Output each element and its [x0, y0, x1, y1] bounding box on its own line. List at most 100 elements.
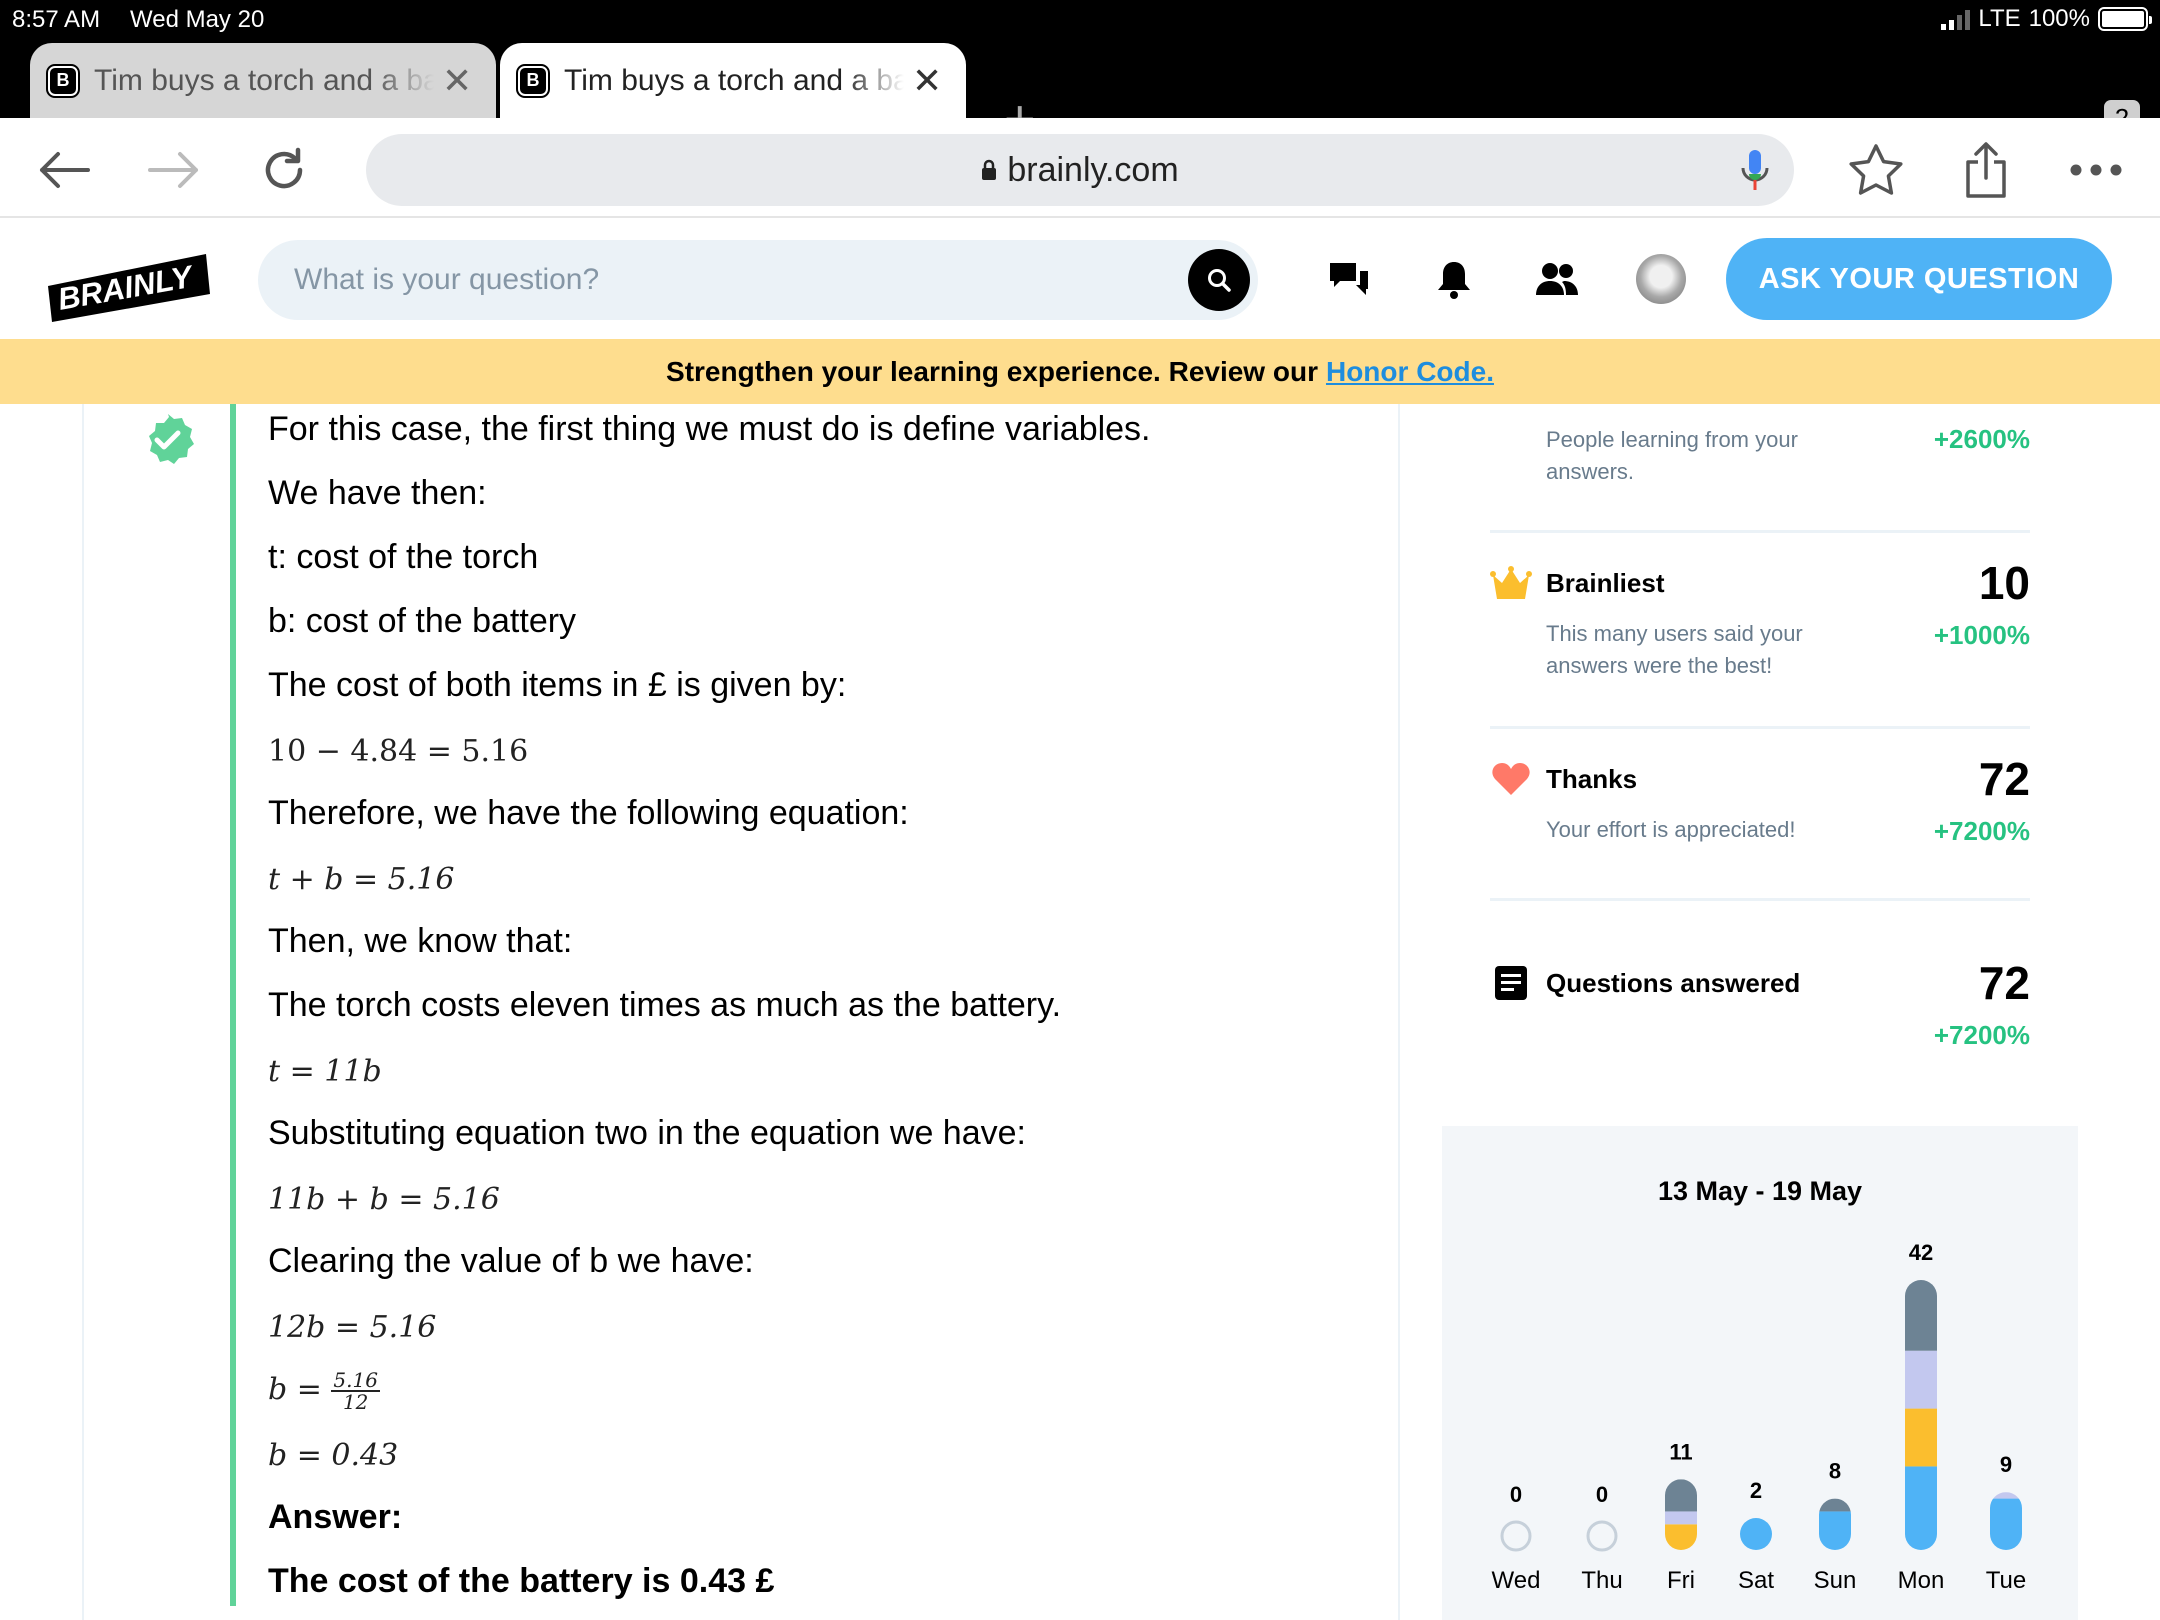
bar-segment	[1905, 1408, 1937, 1467]
tab-title: Tim buys a torch and a battery	[94, 63, 434, 97]
final-answer: The cost of the battery is 0.43 £	[268, 1562, 775, 1600]
site-header: BRAINLY ASK YOUR QUESTION	[0, 218, 2160, 339]
bar-segment	[1819, 1498, 1851, 1512]
stat-desc: This many users said your answers were t…	[1546, 621, 1803, 678]
answer-text: For this case, the first thing we must d…	[268, 410, 1151, 448]
messages-icon[interactable]	[1324, 254, 1374, 304]
divider	[1490, 726, 2030, 729]
equation: b = 0.43	[268, 1438, 399, 1473]
equation: t + b = 5.16	[268, 862, 455, 897]
search-icon	[1208, 269, 1231, 292]
tab-active[interactable]: B Tim buys a torch and a battery ✕	[500, 43, 966, 118]
brainly-favicon-icon: B	[518, 65, 548, 96]
honor-code-banner: Strengthen your learning experience. Rev…	[0, 339, 2160, 404]
tab-inactive[interactable]: B Tim buys a torch and a battery ✕	[30, 43, 496, 118]
divider	[1490, 530, 2030, 533]
network-label: LTE	[1978, 5, 2021, 32]
answer-text: Therefore, we have the following equatio…	[268, 794, 909, 832]
back-icon[interactable]	[34, 140, 94, 200]
brainly-logo[interactable]: BRAINLY	[46, 252, 212, 322]
friends-icon[interactable]	[1532, 254, 1582, 304]
search-box[interactable]	[258, 240, 1258, 320]
stats-panel: People learning from your answers. +2600…	[1442, 404, 2078, 1620]
answer-text: Then, we know that:	[268, 922, 573, 960]
equation: 12b = 5.16	[268, 1310, 437, 1345]
stat-value: 72	[1978, 957, 2030, 1009]
answer-text: The torch costs eleven times as much as …	[268, 986, 1062, 1024]
tab-bar: B Tim buys a torch and a battery ✕ B Tim…	[0, 40, 2160, 146]
status-bar: 8:57 AM Wed May 20 LTE 100%	[0, 0, 2160, 40]
ask-question-button[interactable]: ASK YOUR QUESTION	[1726, 238, 2112, 320]
answer-text: Substituting equation two in the equatio…	[268, 1114, 1026, 1152]
bar	[1990, 1492, 2022, 1550]
answer-heading: Answer:	[268, 1498, 403, 1536]
browser-toolbar: brainly.com	[0, 118, 2160, 218]
bar-empty-marker	[1586, 1520, 1618, 1552]
verified-badge-icon	[149, 414, 194, 464]
x-tick-label: Sat	[1738, 1567, 1774, 1594]
url-text: brainly.com	[1007, 150, 1179, 189]
stat-label: Thanks	[1546, 764, 1638, 794]
tab-title: Tim buys a torch and a battery	[564, 63, 904, 97]
search-button[interactable]	[1188, 249, 1250, 311]
stat-value: 72	[1978, 753, 2030, 805]
stat-desc: Your effort is appreciated!	[1546, 817, 1796, 842]
stat-percent: +1000%	[1933, 620, 2030, 650]
fraction-lhs: b =	[268, 1372, 332, 1407]
url-bar[interactable]: brainly.com	[366, 134, 1794, 206]
answer-accent-bar	[230, 404, 236, 1606]
bar-segment	[1665, 1479, 1697, 1512]
stat-percent: +2600%	[1933, 424, 2030, 454]
share-icon[interactable]	[1956, 140, 2016, 200]
crown-icon	[1490, 562, 1532, 604]
answer-text: The cost of both items in £ is given by:	[268, 666, 847, 704]
bar-segment	[1905, 1280, 1937, 1351]
lock-icon	[982, 159, 997, 180]
bar-segment	[1990, 1498, 2022, 1550]
battery-label: 100%	[2028, 5, 2090, 32]
x-tick-label: Sun	[1814, 1567, 1857, 1594]
bar	[1905, 1280, 1937, 1550]
microphone-icon[interactable]	[1740, 148, 1770, 192]
bar-segment	[1665, 1511, 1697, 1525]
fraction-denominator: 12	[342, 1390, 369, 1414]
answer-text: Clearing the value of b we have:	[268, 1242, 754, 1280]
close-tab-icon[interactable]: ✕	[912, 60, 942, 102]
status-date: Wed May 20	[130, 6, 265, 33]
notifications-bell-icon[interactable]	[1429, 254, 1479, 304]
bookmark-star-icon[interactable]	[1846, 140, 1906, 200]
x-tick-label: Wed	[1492, 1567, 1541, 1594]
answers-list-icon	[1490, 962, 1532, 1004]
x-tick-label: Mon	[1898, 1567, 1945, 1594]
bar	[1819, 1498, 1851, 1550]
fraction: 5.16 12	[331, 1370, 380, 1412]
weekly-activity-chart: 13 May - 19 May 0 Wed 0 Thu 11 Fri 2 Sat 8 Sun 42 M…	[1442, 1126, 2078, 1620]
reload-icon[interactable]	[254, 140, 314, 200]
bar-value-label: 0	[1596, 1482, 1608, 1507]
divider	[1490, 898, 2030, 901]
stat-label: Brainliest	[1546, 568, 1665, 598]
equation: 10 − 4.84 = 5.16	[268, 734, 529, 769]
close-tab-icon[interactable]: ✕	[442, 60, 472, 102]
search-input[interactable]	[294, 240, 1174, 320]
forward-icon[interactable]	[144, 140, 204, 200]
user-avatar[interactable]	[1636, 254, 1686, 304]
equation: 11b + b = 5.16	[268, 1182, 500, 1217]
more-menu-icon[interactable]	[2066, 140, 2126, 200]
stat-percent: +7200%	[1933, 1020, 2030, 1050]
equation: t = 11b	[268, 1054, 382, 1089]
status-time: 8:57 AM	[12, 6, 101, 33]
bar-dot	[1740, 1518, 1772, 1550]
bar-value-label: 11	[1669, 1439, 1692, 1464]
answer-text: b: cost of the battery	[268, 602, 577, 640]
bar-value-label: 0	[1510, 1482, 1522, 1507]
honor-code-link[interactable]: Honor Code.	[1326, 356, 1494, 388]
status-right: LTE 100%	[1941, 5, 2152, 33]
bar	[1665, 1479, 1697, 1550]
page-content: For this case, the first thing we must d…	[0, 404, 2160, 1620]
stat-label: Questions answered	[1546, 968, 1801, 998]
bar-empty-marker	[1500, 1520, 1532, 1552]
stat-desc: People learning from your answers.	[1546, 427, 1798, 484]
brainly-favicon-icon: B	[48, 65, 78, 96]
x-tick-label: Thu	[1581, 1567, 1622, 1594]
